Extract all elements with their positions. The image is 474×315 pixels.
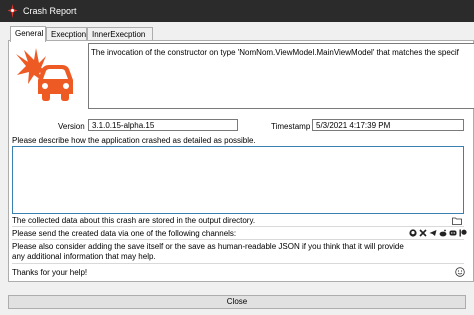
consider-note-line-2: any additional information that may help… xyxy=(12,252,156,261)
version-label: Version xyxy=(58,122,85,131)
describe-prompt: Please describe how the application cras… xyxy=(12,136,256,145)
divider xyxy=(12,239,464,240)
reddit-icon[interactable] xyxy=(439,229,447,237)
channel-icons xyxy=(409,229,467,237)
consider-note-line-1: Please also consider adding the save its… xyxy=(12,242,404,251)
smile-icon xyxy=(455,267,465,277)
car-crash-icon xyxy=(16,48,73,101)
discord-icon[interactable] xyxy=(449,229,457,237)
nexus-icon[interactable] xyxy=(419,229,427,237)
app-icon xyxy=(7,4,18,18)
tab-general[interactable]: General xyxy=(10,26,46,42)
exception-message-box[interactable]: The invocation of the constructor on typ… xyxy=(88,43,474,109)
github-icon[interactable] xyxy=(409,229,417,237)
send-channels-note: Please send the created data via one of … xyxy=(12,229,237,238)
tab-innerexecption[interactable]: InnerExecption xyxy=(87,27,153,41)
divider xyxy=(12,263,464,264)
close-button[interactable]: Close xyxy=(8,295,466,309)
divider xyxy=(12,226,464,227)
window-title: Crash Report xyxy=(23,6,77,16)
timestamp-field[interactable]: 5/3/2021 4:17:39 PM xyxy=(312,119,464,131)
thanks-text: Thanks for your help! xyxy=(12,268,88,277)
version-field[interactable]: 3.1.0.15-alpha.15 xyxy=(88,119,238,131)
collected-data-note: The collected data about this crash are … xyxy=(12,216,256,225)
timestamp-label: Timestamp xyxy=(271,122,311,131)
crash-description-input[interactable] xyxy=(12,146,464,214)
general-panel: The invocation of the constructor on typ… xyxy=(8,40,474,282)
tab-execption[interactable]: Execption xyxy=(46,27,87,41)
patreon-icon[interactable] xyxy=(459,229,467,237)
title-bar: Crash Report xyxy=(0,0,474,22)
telegram-icon[interactable] xyxy=(429,229,437,237)
folder-icon[interactable] xyxy=(452,216,462,226)
